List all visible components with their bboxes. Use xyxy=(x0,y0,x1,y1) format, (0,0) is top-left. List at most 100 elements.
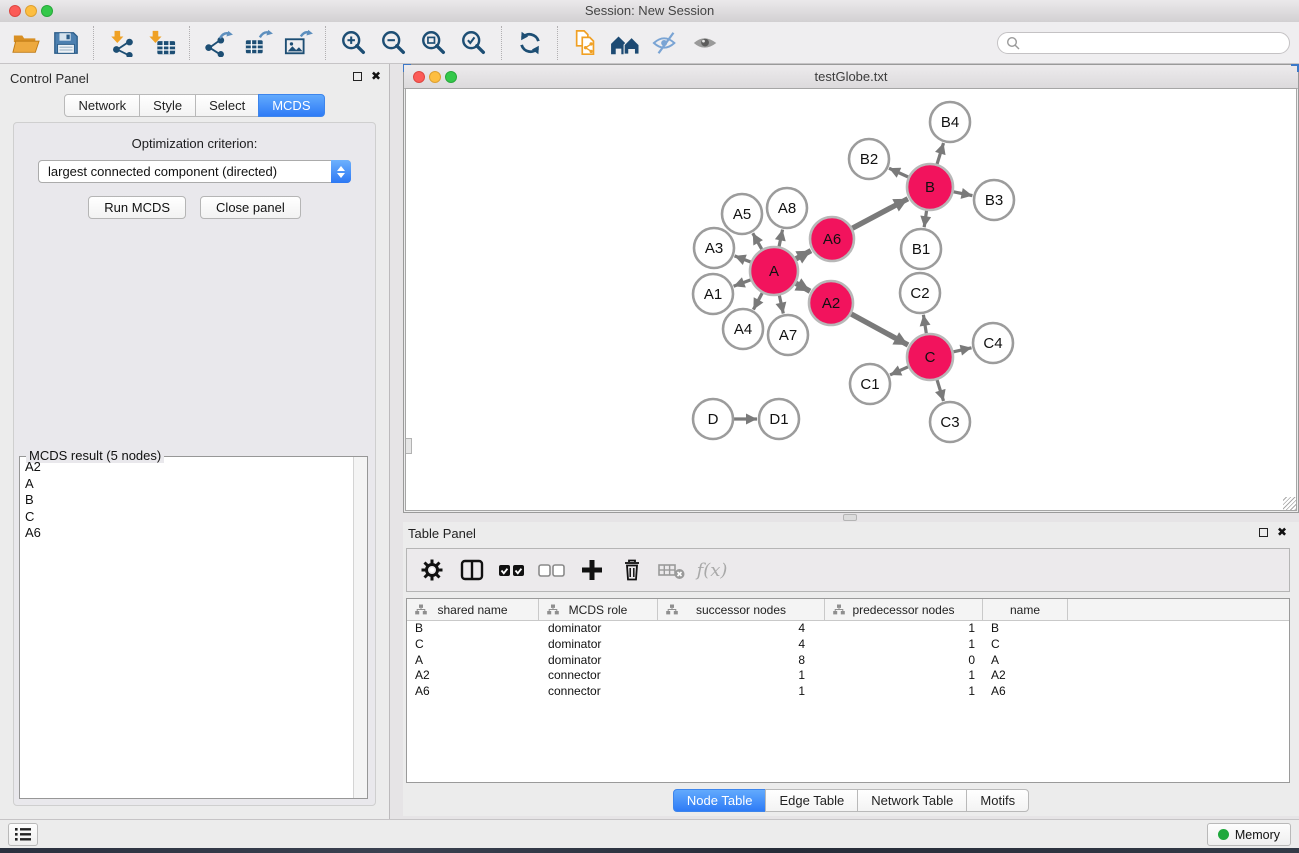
function-builder-button[interactable]: f(x) xyxy=(695,553,729,587)
zoom-fit-button[interactable] xyxy=(414,25,454,61)
window-titlebar[interactable]: Session: New Session xyxy=(0,0,1299,23)
node-B2[interactable]: B2 xyxy=(849,139,889,179)
delete-column-button[interactable] xyxy=(615,553,649,587)
edge-A6-B[interactable] xyxy=(852,199,908,229)
table-cell[interactable]: B xyxy=(407,621,539,637)
network-window-titlebar[interactable]: testGlobe.txt xyxy=(404,65,1298,89)
node-A2[interactable]: A2 xyxy=(809,281,853,325)
node-B3[interactable]: B3 xyxy=(974,180,1014,220)
edge-A-A6[interactable] xyxy=(796,251,811,259)
float-table-panel-icon[interactable] xyxy=(1259,528,1268,537)
table-cell[interactable]: connector xyxy=(539,668,658,684)
result-item[interactable]: C xyxy=(20,509,354,526)
table-cell[interactable]: A xyxy=(407,653,539,669)
save-session-button[interactable] xyxy=(46,25,86,61)
zoom-in-button[interactable] xyxy=(334,25,374,61)
table-cell[interactable]: A6 xyxy=(407,684,539,700)
column-header-successor-nodes[interactable]: successor nodes xyxy=(658,599,825,620)
network-canvas[interactable]: B4B2BB3B1A5A8A6A3AA1A2A4A7C2CC1C4C3DD1 xyxy=(405,88,1297,511)
column-header-predecessor-nodes[interactable]: predecessor nodes xyxy=(825,599,983,620)
memory-button[interactable]: Memory xyxy=(1207,823,1291,846)
tab-network-table[interactable]: Network Table xyxy=(857,789,967,812)
edge-B-B1[interactable] xyxy=(924,211,926,227)
table-row[interactable]: Adominator80A xyxy=(407,653,1289,669)
run-mcds-button[interactable]: Run MCDS xyxy=(88,196,186,219)
table-row[interactable]: A6connector11A6 xyxy=(407,684,1289,700)
edge-C-C4[interactable] xyxy=(953,348,971,352)
table-cell[interactable]: 1 xyxy=(825,637,983,653)
node-B1[interactable]: B1 xyxy=(901,229,941,269)
edge-B-B3[interactable] xyxy=(954,192,973,196)
node-C1[interactable]: C1 xyxy=(850,364,890,404)
table-cell[interactable]: 8 xyxy=(658,653,825,669)
node-table[interactable]: shared nameMCDS rolesuccessor nodesprede… xyxy=(406,598,1290,783)
tab-style[interactable]: Style xyxy=(139,94,196,117)
table-cell[interactable]: dominator xyxy=(539,637,658,653)
edge-A-A7[interactable] xyxy=(779,295,783,313)
node-C2[interactable]: C2 xyxy=(900,273,940,313)
tab-mcds[interactable]: MCDS xyxy=(258,94,324,117)
node-A[interactable]: A xyxy=(750,247,798,295)
close-control-panel-icon[interactable]: ✖ xyxy=(371,71,381,81)
table-cell[interactable]: 1 xyxy=(825,621,983,637)
edge-B-B4[interactable] xyxy=(937,143,943,164)
table-row[interactable]: A2connector11A2 xyxy=(407,668,1289,684)
show-eye-button[interactable] xyxy=(686,25,726,61)
close-panel-button[interactable]: Close panel xyxy=(200,196,301,219)
table-cell[interactable]: 1 xyxy=(658,684,825,700)
network-resize-grip[interactable] xyxy=(1283,497,1296,510)
search-input[interactable] xyxy=(1025,34,1281,51)
node-A6[interactable]: A6 xyxy=(810,217,854,261)
vertical-splitter-handle[interactable] xyxy=(406,438,412,454)
node-D[interactable]: D xyxy=(693,399,733,439)
table-cell[interactable]: A6 xyxy=(983,684,1068,700)
search-box[interactable] xyxy=(997,32,1290,54)
edge-A-A1[interactable] xyxy=(734,280,751,286)
refresh-button[interactable] xyxy=(510,25,550,61)
node-A5[interactable]: A5 xyxy=(722,194,762,234)
node-A8[interactable]: A8 xyxy=(767,188,807,228)
create-column-button[interactable] xyxy=(575,553,609,587)
task-history-button[interactable] xyxy=(8,823,38,846)
float-panel-icon[interactable] xyxy=(353,72,362,81)
select-all-columns-button[interactable] xyxy=(495,553,529,587)
table-cell[interactable]: 4 xyxy=(658,621,825,637)
tab-edge-table[interactable]: Edge Table xyxy=(765,789,858,812)
table-cell[interactable]: 4 xyxy=(658,637,825,653)
node-A1[interactable]: A1 xyxy=(693,274,733,314)
table-cell[interactable]: C xyxy=(983,637,1068,653)
tab-network[interactable]: Network xyxy=(64,94,140,117)
show-column-panel-button[interactable] xyxy=(455,553,489,587)
table-cell[interactable]: 1 xyxy=(825,684,983,700)
hide-selected-button[interactable] xyxy=(646,25,686,61)
result-scrollbar[interactable] xyxy=(353,457,367,798)
node-D1[interactable]: D1 xyxy=(759,399,799,439)
export-table-button[interactable] xyxy=(238,25,278,61)
table-cell[interactable]: B xyxy=(983,621,1068,637)
table-cell[interactable]: 1 xyxy=(825,668,983,684)
node-A7[interactable]: A7 xyxy=(768,315,808,355)
node-B4[interactable]: B4 xyxy=(930,102,970,142)
edge-A-A2[interactable] xyxy=(796,283,810,291)
column-header-shared-name[interactable]: shared name xyxy=(407,599,539,620)
home-views-button[interactable] xyxy=(606,25,646,61)
export-image-button[interactable] xyxy=(278,25,318,61)
edge-A-A3[interactable] xyxy=(735,256,751,262)
table-cell[interactable]: A2 xyxy=(407,668,539,684)
node-C[interactable]: C xyxy=(907,334,953,380)
result-item[interactable]: A2 xyxy=(20,459,354,476)
edge-A-A8[interactable] xyxy=(779,230,783,247)
result-item[interactable]: A xyxy=(20,476,354,493)
edge-A-A4[interactable] xyxy=(753,293,762,310)
horizontal-splitter-handle[interactable] xyxy=(843,514,857,521)
column-header-mcds-role[interactable]: MCDS role xyxy=(539,599,658,620)
edge-C-C1[interactable] xyxy=(890,367,908,375)
edge-A2-C[interactable] xyxy=(851,314,908,345)
table-row[interactable]: Bdominator41B xyxy=(407,621,1289,637)
tab-select[interactable]: Select xyxy=(195,94,259,117)
node-C3[interactable]: C3 xyxy=(930,402,970,442)
deselect-all-columns-button[interactable] xyxy=(535,553,569,587)
edge-C-C2[interactable] xyxy=(923,315,926,334)
close-table-panel-icon[interactable]: ✖ xyxy=(1277,527,1287,537)
criterion-select[interactable]: largest connected component (directed) xyxy=(38,160,351,183)
